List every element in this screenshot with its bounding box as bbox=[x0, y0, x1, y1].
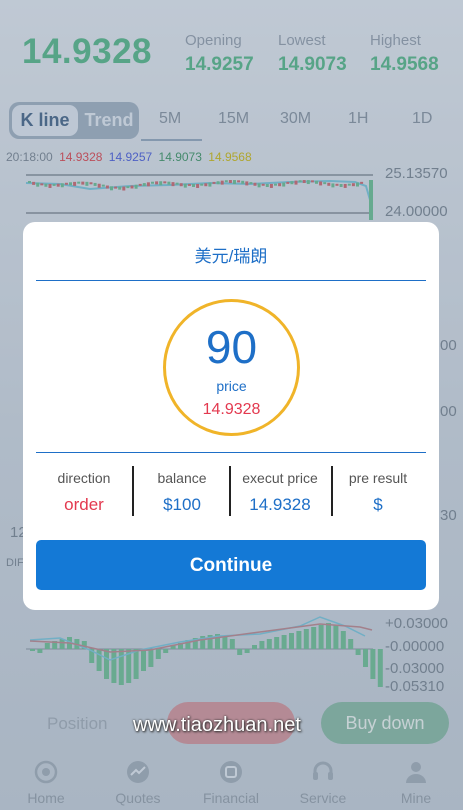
continue-button[interactable]: Continue bbox=[36, 540, 426, 590]
modal-divider-bottom bbox=[36, 452, 426, 453]
countdown-number: 90 bbox=[205, 321, 258, 373]
trading-screen: 14.9328 Opening 14.9257 Lowest 14.9073 H… bbox=[0, 0, 463, 810]
countdown-ring: 90 price 14.9328 bbox=[163, 299, 300, 436]
modal-divider-top bbox=[36, 280, 426, 281]
watermark: www.tiaozhuan.net bbox=[133, 714, 301, 736]
col-pre-result: pre result $ bbox=[335, 470, 421, 515]
order-modal: 美元/瑞朗 90 price 14.9328 direction order b… bbox=[23, 222, 439, 610]
col-direction: direction order bbox=[43, 470, 125, 515]
col-pre-result-header: pre result bbox=[348, 470, 408, 486]
col-execut-price-header: execut price bbox=[242, 470, 318, 486]
col-pre-result-value: $ bbox=[373, 495, 383, 514]
col-balance-header: balance bbox=[157, 470, 207, 486]
countdown-price-label: price bbox=[216, 378, 247, 394]
col-balance-value: $100 bbox=[163, 495, 201, 514]
col-execut-price: execut price 14.9328 bbox=[232, 470, 328, 515]
col-balance: balance $100 bbox=[134, 470, 230, 515]
col-execut-price-value: 14.9328 bbox=[249, 495, 311, 514]
modal-title: 美元/瑞朗 bbox=[194, 247, 268, 266]
col-separator bbox=[229, 466, 231, 516]
col-direction-header: direction bbox=[57, 470, 111, 486]
col-separator bbox=[331, 466, 333, 516]
col-direction-value: order bbox=[64, 495, 104, 514]
countdown-price-value: 14.9328 bbox=[202, 401, 261, 418]
